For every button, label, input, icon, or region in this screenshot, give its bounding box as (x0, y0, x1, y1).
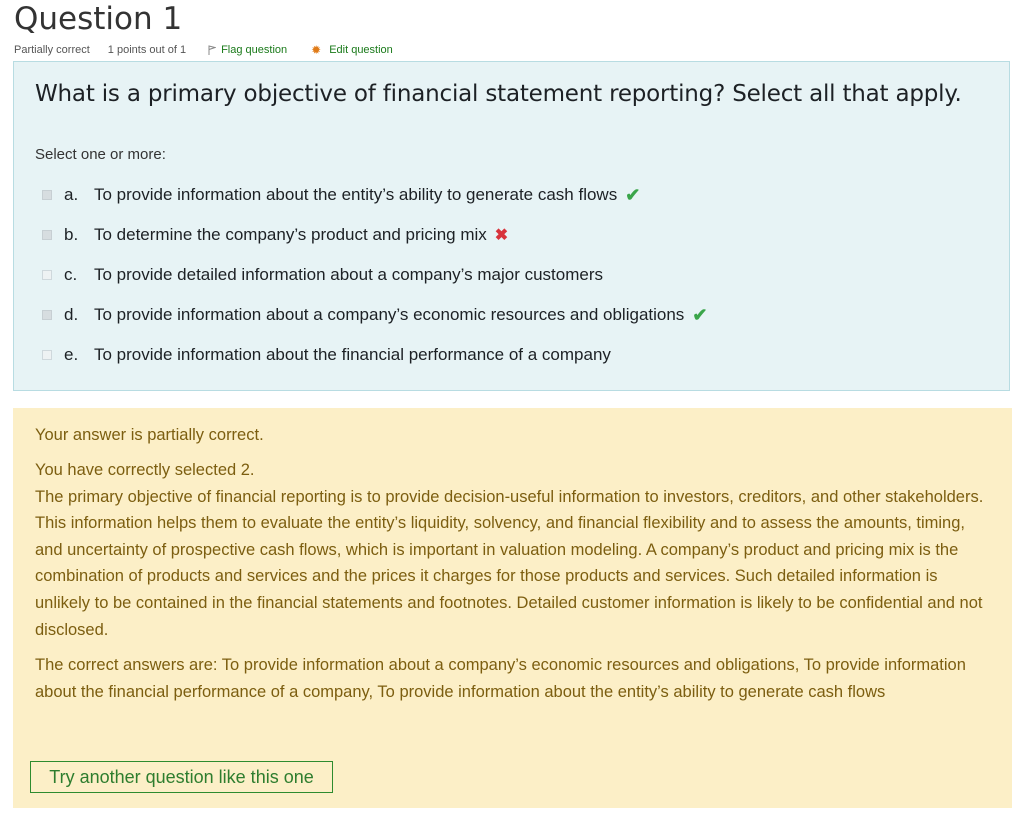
answer-checkbox[interactable] (42, 350, 52, 360)
gear-icon: ✹ (311, 43, 322, 57)
general-feedback-text: The primary objective of financial repor… (35, 487, 984, 639)
answer-checkbox[interactable] (42, 310, 52, 320)
option-text: To provide information about a company’s… (94, 305, 685, 324)
flag-icon (208, 45, 217, 55)
option-text: To provide information about the entity’… (94, 185, 618, 204)
answer-prompt: Select one or more: (35, 146, 166, 163)
flag-question-label: Flag question (221, 44, 288, 56)
answer-checkbox[interactable] (42, 190, 52, 200)
try-another-question-button[interactable]: Try another question like this one (30, 761, 333, 793)
answer-option-e[interactable]: e. To provide information about the fina… (42, 335, 707, 375)
right-answer: The correct answers are: To provide info… (35, 656, 966, 701)
question-text: What is a primary objective of financial… (35, 81, 962, 107)
question-info: Partially correct 1 points out of 1 Flag… (14, 43, 393, 57)
feedback-general: You have correctly selected 2. The prima… (35, 457, 995, 643)
cross-icon: ✖ (494, 227, 509, 244)
option-letter: c. (64, 265, 78, 284)
option-letter: d. (64, 305, 79, 324)
answer-option-b[interactable]: b. To determine the company’s product an… (42, 215, 707, 255)
question-state: Partially correct (14, 44, 90, 56)
option-text: To determine the company’s product and p… (94, 225, 487, 244)
question-formulation: What is a primary objective of financial… (13, 61, 1010, 391)
check-icon: ✔ (692, 304, 708, 325)
answer-option-a[interactable]: a. To provide information about the enti… (42, 175, 707, 215)
answer-checkbox[interactable] (42, 270, 52, 280)
option-letter: a. (64, 185, 79, 204)
answer-options: a. To provide information about the enti… (42, 175, 707, 375)
correct-count: You have correctly selected 2. (35, 461, 255, 479)
answer-option-d[interactable]: d. To provide information about a compan… (42, 295, 707, 335)
check-icon: ✔ (625, 184, 641, 205)
feedback-panel: Your answer is partially correct. You ha… (13, 408, 1012, 808)
flag-question-link[interactable]: Flag question (208, 43, 287, 57)
edit-question-link[interactable]: ✹ Edit question (311, 43, 393, 57)
option-letter: e. (64, 345, 79, 364)
question-grade: 1 points out of 1 (107, 44, 187, 56)
feedback-summary: Your answer is partially correct. (35, 426, 264, 444)
option-letter: b. (64, 225, 79, 244)
question-title: Question 1 (14, 1, 183, 37)
answer-checkbox[interactable] (42, 230, 52, 240)
option-text: To provide detailed information about a … (94, 265, 604, 284)
answer-option-c[interactable]: c. To provide detailed information about… (42, 255, 707, 295)
edit-question-label: Edit question (329, 44, 393, 56)
option-text: To provide information about the financi… (94, 345, 611, 364)
